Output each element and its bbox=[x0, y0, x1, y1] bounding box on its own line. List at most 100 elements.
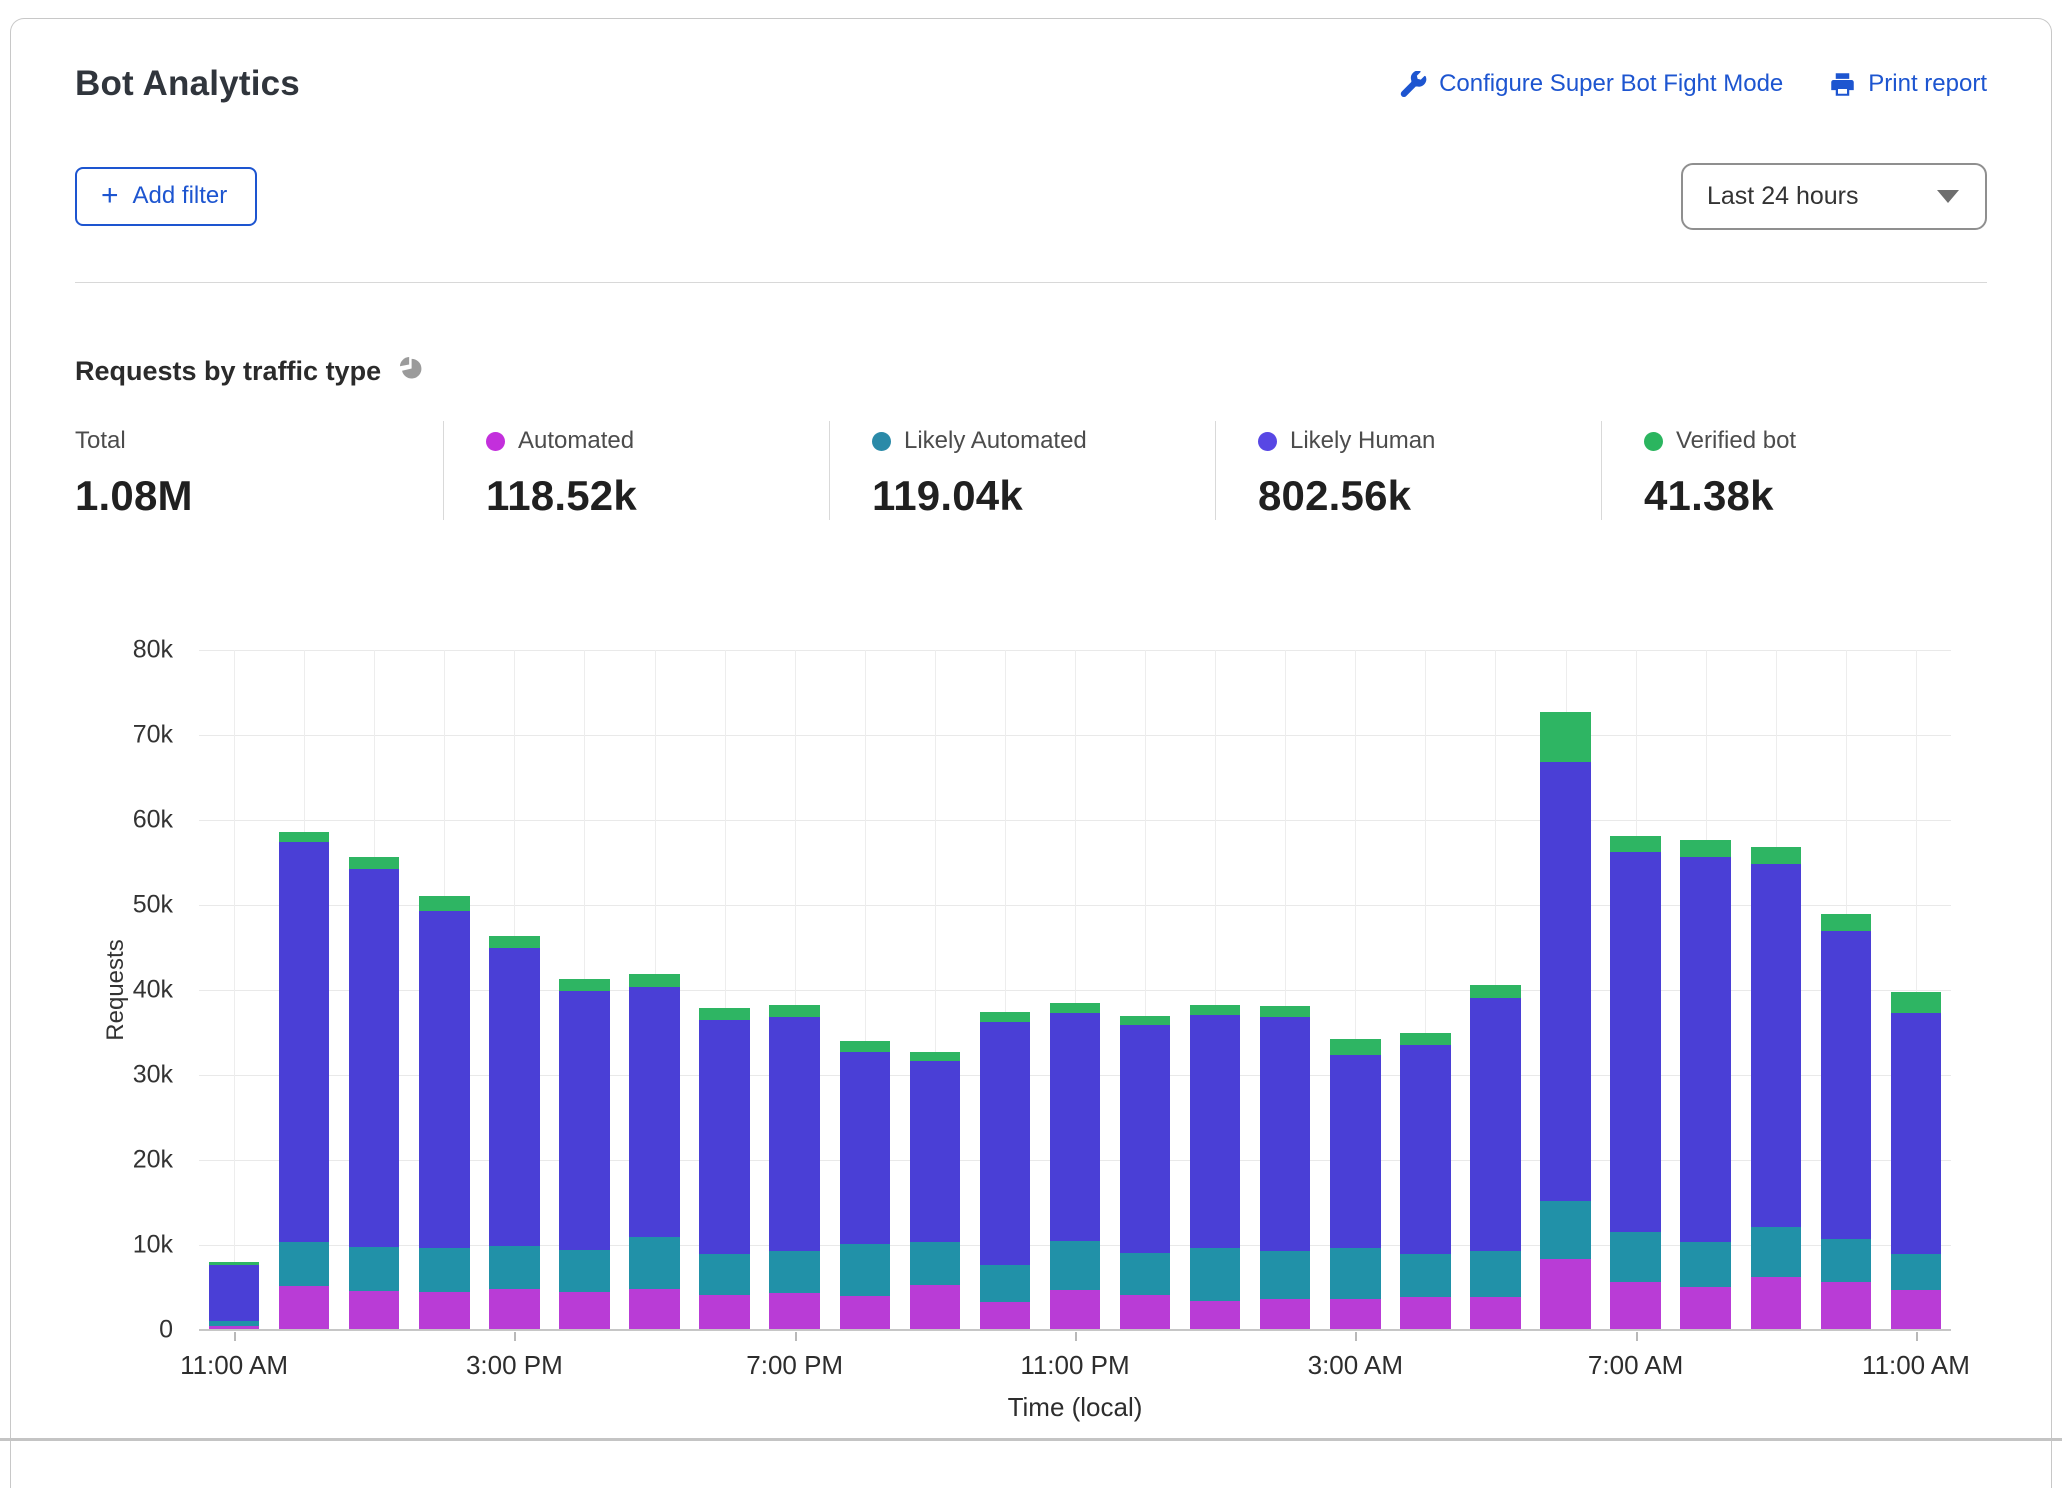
bar-segment-verified-bot bbox=[1470, 985, 1520, 998]
y-tick-label: 80k bbox=[133, 636, 173, 665]
bar-segment-likely-human bbox=[1050, 1013, 1100, 1241]
chart-bar-slot bbox=[970, 650, 1040, 1330]
x-axis-tick bbox=[234, 1332, 236, 1341]
bar-segment-verified-bot bbox=[1891, 992, 1941, 1013]
bar-segment-likely-automated bbox=[279, 1242, 329, 1286]
stat-total: Total 1.08M bbox=[75, 421, 443, 520]
chart-bar-6-00-pm bbox=[699, 1008, 749, 1330]
bar-segment-likely-automated bbox=[489, 1246, 539, 1289]
bar-segment-likely-human bbox=[1190, 1015, 1240, 1249]
bar-segment-likely-human bbox=[1610, 852, 1660, 1232]
printer-icon bbox=[1829, 71, 1856, 98]
x-tick-label: 7:00 AM bbox=[1588, 1350, 1683, 1381]
chevron-down-icon bbox=[1937, 190, 1959, 203]
bar-segment-automated bbox=[279, 1286, 329, 1330]
bar-segment-likely-automated bbox=[769, 1251, 819, 1293]
chart-bar-slot bbox=[1250, 650, 1320, 1330]
x-tick-label: 11:00 AM bbox=[180, 1350, 288, 1381]
bar-segment-automated bbox=[1330, 1299, 1380, 1330]
bar-segment-verified-bot bbox=[489, 936, 539, 948]
x-tick-label: 3:00 AM bbox=[1308, 1350, 1403, 1381]
header-actions: Configure Super Bot Fight Mode Print rep… bbox=[1400, 70, 1987, 98]
chart-bar-slot bbox=[339, 650, 409, 1330]
bar-segment-likely-human bbox=[1470, 998, 1520, 1251]
bar-segment-likely-automated bbox=[1260, 1251, 1310, 1299]
stat-likely-automated[interactable]: Likely Automated 119.04k bbox=[829, 421, 1215, 520]
chart-bar-slot bbox=[549, 650, 619, 1330]
y-tick-label: 20k bbox=[133, 1146, 173, 1175]
chart-bar-slot bbox=[1601, 650, 1671, 1330]
bar-segment-automated bbox=[1540, 1259, 1590, 1330]
bar-segment-likely-automated bbox=[1821, 1239, 1871, 1282]
add-filter-label: Add filter bbox=[133, 182, 228, 210]
bar-segment-automated bbox=[1190, 1301, 1240, 1330]
bar-segment-verified-bot bbox=[910, 1052, 960, 1061]
bar-segment-likely-human bbox=[699, 1020, 749, 1254]
x-tick-label: 11:00 AM bbox=[1862, 1350, 1970, 1381]
chart-bar-9-00-am bbox=[1751, 847, 1801, 1330]
stat-verified-bot[interactable]: Verified bot 41.38k bbox=[1601, 421, 1987, 520]
stat-likely-human-value: 802.56k bbox=[1258, 472, 1601, 520]
bar-segment-verified-bot bbox=[1680, 840, 1730, 858]
bar-segment-verified-bot bbox=[1260, 1006, 1310, 1017]
print-report-link[interactable]: Print report bbox=[1829, 70, 1987, 98]
chart-bar-10-00-pm bbox=[980, 1012, 1030, 1330]
card-header: Bot Analytics Configure Super Bot Fight … bbox=[11, 19, 2051, 283]
bar-segment-likely-automated bbox=[1891, 1254, 1941, 1290]
time-range-select[interactable]: Last 24 hours bbox=[1681, 163, 1987, 230]
bar-segment-verified-bot bbox=[1400, 1033, 1450, 1045]
x-tick-label: 3:00 PM bbox=[466, 1350, 563, 1381]
bar-segment-likely-human bbox=[489, 948, 539, 1246]
bar-segment-automated bbox=[1260, 1299, 1310, 1330]
chart-bar-slot bbox=[1180, 650, 1250, 1330]
requests-chart: Requests Time (local) 010k20k30k40k50k60… bbox=[11, 650, 2051, 1460]
bar-segment-verified-bot bbox=[1751, 847, 1801, 864]
likely-automated-dot bbox=[872, 432, 891, 451]
stat-verified-bot-label: Verified bot bbox=[1676, 427, 1796, 455]
bar-segment-likely-human bbox=[1540, 762, 1590, 1201]
chart-bar-11-00-pm bbox=[1050, 1003, 1100, 1330]
chart-section-title: Requests by traffic type bbox=[75, 356, 381, 387]
add-filter-button[interactable]: + Add filter bbox=[75, 167, 257, 226]
plot-area: Requests Time (local) 010k20k30k40k50k60… bbox=[199, 650, 1951, 1330]
stat-likely-human[interactable]: Likely Human 802.56k bbox=[1215, 421, 1601, 520]
time-range-value: Last 24 hours bbox=[1707, 182, 1859, 211]
chart-bar-5-00-pm bbox=[629, 974, 679, 1330]
chart-bar-slot bbox=[1040, 650, 1110, 1330]
bar-segment-verified-bot bbox=[419, 896, 469, 911]
bar-segment-verified-bot bbox=[1120, 1016, 1170, 1025]
bar-segment-verified-bot bbox=[1190, 1005, 1240, 1014]
bar-segment-likely-human bbox=[559, 991, 609, 1250]
bar-segment-verified-bot bbox=[699, 1008, 749, 1020]
bar-segment-likely-automated bbox=[559, 1250, 609, 1292]
chart-bar-1-00-am bbox=[1190, 1005, 1240, 1330]
x-axis-tick bbox=[1355, 1332, 1357, 1341]
chart-bar-2-00-pm bbox=[419, 896, 469, 1330]
bar-segment-likely-human bbox=[840, 1052, 890, 1244]
stat-total-label: Total bbox=[75, 427, 126, 455]
chart-bar-11-00-am bbox=[1891, 992, 1941, 1330]
chart-bar-7-00-am bbox=[1610, 836, 1660, 1330]
bar-segment-likely-human bbox=[1400, 1045, 1450, 1253]
bar-segment-likely-automated bbox=[980, 1265, 1030, 1302]
bar-segment-likely-automated bbox=[1470, 1251, 1520, 1297]
x-axis-title: Time (local) bbox=[1008, 1392, 1143, 1423]
configure-super-bot-fight-mode-link[interactable]: Configure Super Bot Fight Mode bbox=[1400, 70, 1783, 98]
y-axis-title: Requests bbox=[102, 939, 130, 1040]
bar-segment-automated bbox=[1751, 1277, 1801, 1330]
verified-bot-dot bbox=[1644, 432, 1663, 451]
bar-segment-likely-human bbox=[769, 1017, 819, 1251]
stat-automated[interactable]: Automated 118.52k bbox=[443, 421, 829, 520]
bar-segment-likely-human bbox=[1260, 1017, 1310, 1251]
bar-segment-automated bbox=[769, 1293, 819, 1330]
bar-segment-automated bbox=[349, 1291, 399, 1330]
likely-human-dot bbox=[1258, 432, 1277, 451]
bar-segment-likely-human bbox=[1330, 1055, 1380, 1247]
stat-automated-value: 118.52k bbox=[486, 472, 829, 520]
chart-bar-7-00-pm bbox=[769, 1005, 819, 1330]
bar-segment-likely-automated bbox=[1050, 1241, 1100, 1290]
bar-segment-likely-automated bbox=[840, 1244, 890, 1296]
chart-bar-8-00-am bbox=[1680, 840, 1730, 1330]
automated-dot bbox=[486, 432, 505, 451]
bar-segment-verified-bot bbox=[840, 1041, 890, 1052]
